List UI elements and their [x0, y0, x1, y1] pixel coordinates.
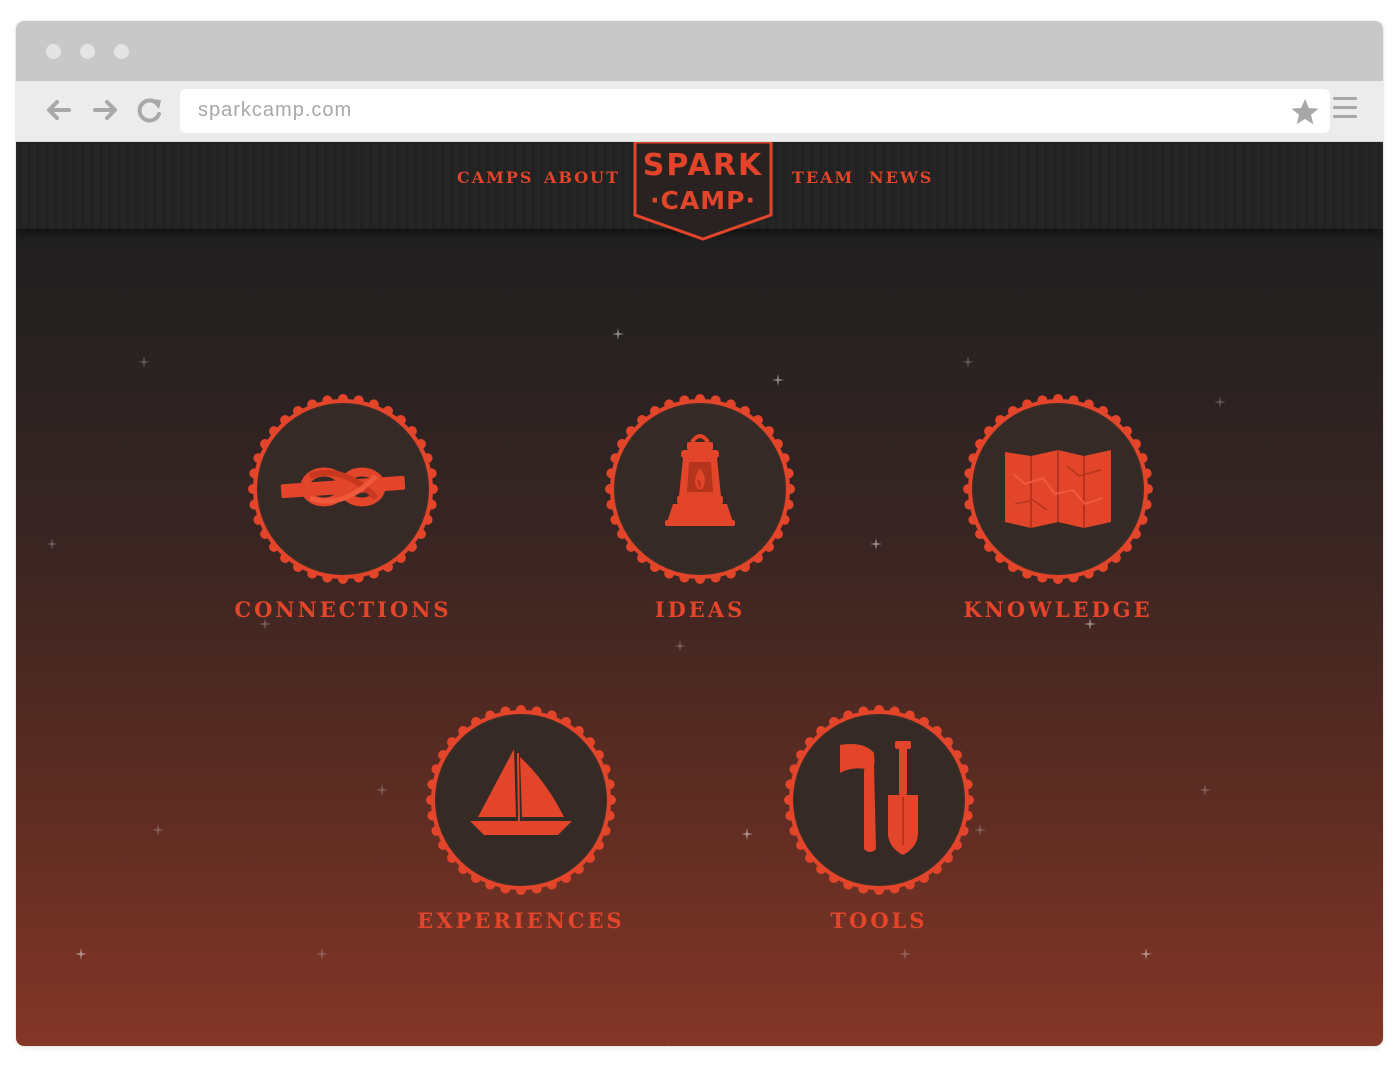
badge-medallion — [963, 394, 1153, 584]
sparkle-star-icon — [1214, 396, 1226, 408]
window-maximize-dot[interactable] — [114, 44, 129, 59]
address-bar-url: sparkcamp.com — [198, 99, 353, 121]
badge-knowledge[interactable]: KNOWLEDGE — [938, 394, 1178, 644]
badge-medallion — [605, 394, 795, 584]
badge-medallion — [426, 705, 616, 895]
address-bar[interactable]: sparkcamp.com — [180, 89, 1330, 133]
sparkle-star-icon — [46, 538, 58, 550]
badge-label: IDEAS — [654, 597, 746, 622]
sparkle-star-icon — [75, 948, 87, 960]
sparkle-star-icon — [667, 1044, 669, 1046]
logo-word-spark: SPARK — [642, 148, 764, 183]
browser-titlebar — [16, 21, 1383, 81]
reload-button[interactable] — [134, 94, 166, 126]
sparkle-star-icon — [1140, 948, 1152, 960]
hamburger-menu-icon[interactable] — [1333, 97, 1357, 123]
badge-label: TOOLS — [830, 908, 928, 933]
nav-link-team[interactable]: TEAM — [792, 168, 854, 187]
bookmark-star-icon[interactable] — [1290, 97, 1320, 127]
sparkle-star-icon — [138, 356, 150, 368]
badge-label: EXPERIENCES — [417, 908, 625, 933]
sparkle-star-icon — [316, 948, 328, 960]
website-viewport: CAMPS ABOUT TEAM NEWS SPARK ·CAMP· CONNE… — [16, 142, 1383, 1046]
badge-label: CONNECTIONS — [234, 597, 452, 622]
sparkle-star-icon — [1199, 784, 1211, 796]
map-icon — [1005, 450, 1111, 528]
window-minimize-dot[interactable] — [80, 44, 95, 59]
sparkle-star-icon — [376, 784, 388, 796]
sparkle-star-icon — [152, 824, 164, 836]
browser-window: sparkcamp.com CAMPS ABOUT TEAM NEWS SPAR… — [16, 21, 1383, 1046]
sparkle-star-icon — [772, 374, 784, 386]
nav-link-about[interactable]: ABOUT — [544, 168, 620, 187]
badge-ideas[interactable]: IDEAS — [580, 394, 820, 644]
badge-label: KNOWLEDGE — [963, 597, 1153, 622]
forward-button[interactable] — [90, 94, 122, 126]
sparkle-star-icon — [962, 356, 974, 368]
nav-link-news[interactable]: NEWS — [869, 168, 933, 187]
window-close-dot[interactable] — [46, 44, 61, 59]
badge-medallion — [784, 705, 974, 895]
browser-toolbar: sparkcamp.com — [16, 81, 1383, 142]
logo-word-camp: ·CAMP· — [650, 186, 756, 215]
badge-experiences[interactable]: EXPERIENCES — [401, 705, 641, 955]
reload-icon — [137, 98, 161, 123]
sparkle-star-icon — [612, 328, 624, 340]
badge-medallion — [248, 394, 438, 584]
sparkle-star-icon — [741, 828, 753, 840]
back-arrow-icon — [47, 100, 71, 120]
forward-arrow-icon — [93, 100, 117, 120]
back-button[interactable] — [42, 94, 74, 126]
nav-link-camps[interactable]: CAMPS — [457, 168, 533, 187]
badge-connections[interactable]: CONNECTIONS — [223, 394, 463, 644]
badge-tools[interactable]: TOOLS — [759, 705, 999, 955]
sparkle-star-icon — [870, 538, 882, 550]
spark-camp-logo[interactable]: SPARK ·CAMP· — [633, 142, 773, 242]
